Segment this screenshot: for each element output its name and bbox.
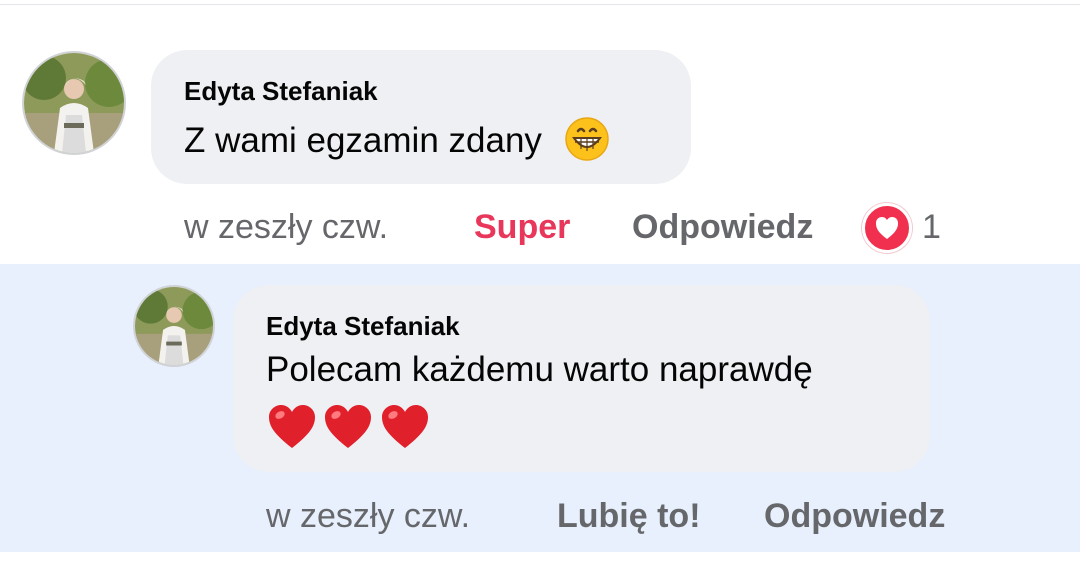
comment-text: Z wami egzamin zdany: [184, 116, 610, 162]
red-heart-icon: [325, 405, 372, 448]
bottom-strip: [0, 552, 1080, 565]
reply-emoji-row: [266, 402, 431, 457]
reply-button[interactable]: Odpowiedz: [632, 208, 813, 247]
reply-timestamp[interactable]: w zeszły czw.: [266, 497, 470, 536]
reaction-button[interactable]: Super: [474, 208, 570, 247]
reaction-count[interactable]: 1: [922, 208, 941, 247]
like-button[interactable]: Lubię to!: [557, 497, 701, 536]
comment-author[interactable]: Edyta Stefaniak: [184, 76, 378, 107]
avatar-photo: [24, 53, 124, 153]
top-divider: [0, 4, 1080, 5]
grinning-face-icon: [564, 117, 609, 161]
comment-text-content: Z wami egzamin zdany: [184, 121, 542, 160]
reply-avatar[interactable]: [133, 285, 215, 367]
reply-author[interactable]: Edyta Stefaniak: [266, 311, 460, 342]
reply-text: Polecam każdemu warto naprawdę: [266, 350, 813, 389]
heart-icon: [876, 217, 898, 239]
red-heart-icon: [269, 405, 315, 448]
red-heart-icon: [381, 405, 428, 448]
comment-timestamp[interactable]: w zeszły czw.: [184, 208, 388, 247]
love-reaction-icon[interactable]: [862, 203, 912, 253]
reply-button[interactable]: Odpowiedz: [764, 497, 945, 536]
avatar[interactable]: [22, 51, 126, 155]
avatar-photo: [135, 287, 213, 365]
